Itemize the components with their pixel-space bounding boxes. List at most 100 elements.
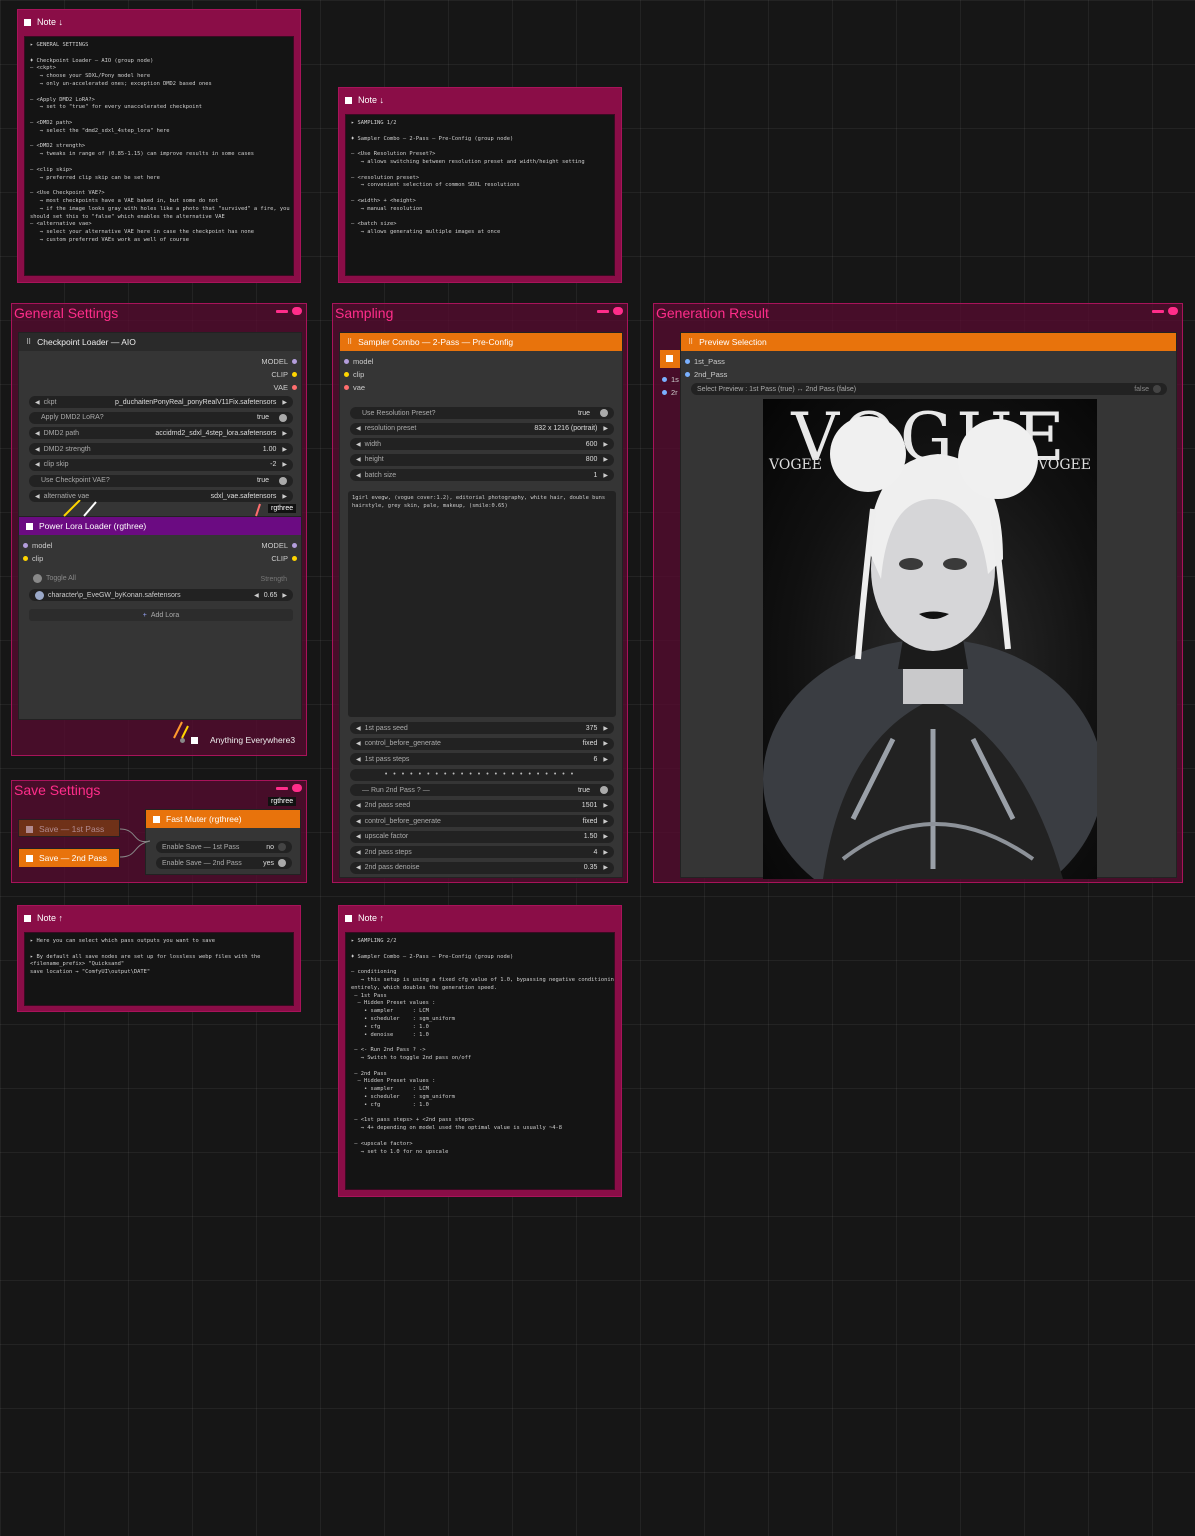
- widget-resolution-preset[interactable]: ◀ resolution preset 832 x 1216 (portrait) ▶: [350, 422, 614, 435]
- toggle-switch[interactable]: [278, 843, 286, 851]
- collapsed-node[interactable]: [660, 350, 680, 368]
- input-dot[interactable]: [685, 359, 690, 364]
- increment-icon[interactable]: ▶: [603, 725, 608, 732]
- output-vae[interactable]: VAE: [274, 383, 297, 392]
- input-dot[interactable]: [344, 385, 349, 390]
- widget-use-resolution-preset[interactable]: Use Resolution Preset? true: [350, 407, 614, 419]
- enable-save-1st-pass[interactable]: Enable Save — 1st Pass no: [156, 841, 292, 853]
- eye-icon[interactable]: [1168, 307, 1178, 315]
- increment-icon[interactable]: ▶: [282, 399, 287, 406]
- note-text[interactable]: ▸ GENERAL SETTINGS ♦ Checkpoint Loader —…: [24, 36, 294, 276]
- decrement-icon[interactable]: ◀: [356, 833, 361, 840]
- save-1st-pass-node[interactable]: Save — 1st Pass: [18, 819, 120, 837]
- input-dot[interactable]: [662, 390, 667, 395]
- widget-upscale-factor[interactable]: ◀ upscale factor 1.50 ▶: [350, 830, 614, 843]
- widget-dmd2-path[interactable]: ◀ DMD2 path accidmd2_sdxl_4step_lora.safet…: [29, 427, 293, 440]
- increment-icon[interactable]: ▶: [603, 833, 608, 840]
- widget-run-2nd-pass[interactable]: — Run 2nd Pass ? — true: [350, 784, 614, 796]
- decrement-icon[interactable]: ◀: [356, 756, 361, 763]
- widget-width[interactable]: ◀ width 600 ▶: [350, 438, 614, 451]
- output-dot[interactable]: [292, 385, 297, 390]
- decrement-icon[interactable]: ◀: [356, 864, 361, 871]
- side-input-1[interactable]: 1s: [662, 375, 679, 384]
- decrement-icon[interactable]: ◀: [356, 818, 361, 825]
- decrement-icon[interactable]: ◀: [35, 493, 40, 500]
- widget-1st-pass-steps[interactable]: ◀ 1st pass steps 6 ▶: [350, 753, 614, 765]
- output-clip[interactable]: CLIP: [271, 370, 297, 379]
- increment-icon[interactable]: ▶: [282, 430, 287, 437]
- pin-icon[interactable]: [597, 309, 609, 313]
- input-dot[interactable]: [23, 556, 28, 561]
- note-sampling-1[interactable]: Note ↓ ▸ SAMPLING 1/2 ♦ Sampler Combo — …: [338, 87, 622, 283]
- decrement-icon[interactable]: ◀: [35, 446, 40, 453]
- widget-2nd-pass-denoise[interactable]: ◀ 2nd pass denoise 0.35 ▶: [350, 861, 614, 874]
- widget-batch-size[interactable]: ◀ batch size 1 ▶: [350, 469, 614, 482]
- group-generation-result[interactable]: Generation Result 1s 2r ⠿ Preview Selecti…: [653, 303, 1183, 883]
- decrement-icon[interactable]: ◀: [356, 740, 361, 747]
- widget-2nd-pass-seed[interactable]: ◀ 2nd pass seed 1501 ▶: [350, 799, 614, 812]
- group-sampling[interactable]: Sampling ⠿ Sampler Combo — 2-Pass — Pre-C…: [332, 303, 628, 883]
- note-save[interactable]: Note ↑ ▸ Here you can select which pass …: [17, 905, 301, 1012]
- increment-icon[interactable]: ▶: [603, 441, 608, 448]
- save-2nd-pass-node[interactable]: Save — 2nd Pass: [18, 848, 120, 867]
- widget-ckpt[interactable]: ◀ ckpt p_duchaitenPonyReal_ponyRealV11Fix.…: [29, 396, 293, 408]
- increment-icon[interactable]: ▶: [603, 456, 608, 463]
- increment-icon[interactable]: ▶: [603, 818, 608, 825]
- side-input-2[interactable]: 2r: [662, 388, 678, 397]
- widget-1st-pass-seed[interactable]: ◀ 1st pass seed 375 ▶: [350, 722, 614, 734]
- increment-icon[interactable]: ▶: [603, 756, 608, 763]
- decrement-icon[interactable]: ◀: [35, 430, 40, 437]
- widget-control-before-generate[interactable]: ◀ control_before_generate fixed ▶: [350, 815, 614, 827]
- decrement-icon[interactable]: ◀: [35, 399, 40, 406]
- input-dot[interactable]: [662, 377, 667, 382]
- increment-icon[interactable]: ▶: [603, 864, 608, 871]
- input-clip[interactable]: clip: [344, 370, 364, 379]
- increment-icon[interactable]: ▶: [282, 446, 287, 453]
- increment-icon[interactable]: ▶: [282, 461, 287, 468]
- input-1st-pass[interactable]: 1st_Pass: [685, 357, 725, 366]
- note-text[interactable]: ▸ SAMPLING 1/2 ♦ Sampler Combo — 2-Pass …: [345, 114, 615, 276]
- enable-save-2nd-pass[interactable]: Enable Save — 2nd Pass yes: [156, 857, 292, 869]
- widget-height[interactable]: ◀ height 800 ▶: [350, 453, 614, 466]
- increment-icon[interactable]: ▶: [603, 802, 608, 809]
- note-sampling-2[interactable]: Note ↑ ▸ SAMPLING 2/2 ♦ Sampler Combo — …: [338, 905, 622, 1197]
- toggle-switch[interactable]: [600, 786, 608, 794]
- eye-icon[interactable]: [292, 784, 302, 792]
- note-text[interactable]: ▸ SAMPLING 2/2 ♦ Sampler Combo — 2-Pass …: [345, 932, 615, 1190]
- sampler-combo-node[interactable]: ⠿ Sampler Combo — 2-Pass — Pre-Config mod…: [339, 332, 623, 878]
- output-dot[interactable]: [292, 372, 297, 377]
- toggle-switch[interactable]: [1153, 385, 1161, 393]
- widget-dmd2-strength[interactable]: ◀ DMD2 strength 1.00 ▶: [29, 443, 293, 456]
- fast-muter-node[interactable]: Fast Muter (rgthree) Enable Save — 1st P…: [145, 809, 301, 875]
- decrement-icon[interactable]: ◀: [356, 725, 361, 732]
- prompt-textarea[interactable]: 1girl evegw, (vogue cover:1.2), editoria…: [348, 491, 616, 717]
- checkpoint-loader-node[interactable]: ⠿ Checkpoint Loader — AIO MODEL CLIP VAE …: [18, 332, 302, 520]
- increment-icon[interactable]: ▶: [282, 493, 287, 500]
- widget-2nd-pass-steps[interactable]: ◀ 2nd pass steps 4 ▶: [350, 846, 614, 858]
- widget-use-checkpoint-vae[interactable]: Use Checkpoint VAE? true: [29, 474, 293, 487]
- decrement-icon[interactable]: ◀: [356, 441, 361, 448]
- output-dot[interactable]: [292, 359, 297, 364]
- decrement-icon[interactable]: ◀: [356, 456, 361, 463]
- note-text[interactable]: ▸ Here you can select which pass outputs…: [24, 932, 294, 1006]
- input-dot[interactable]: [344, 359, 349, 364]
- eye-icon[interactable]: [613, 307, 623, 315]
- input-dot[interactable]: [685, 372, 690, 377]
- pin-icon[interactable]: [1152, 309, 1164, 313]
- input-dot[interactable]: [23, 543, 28, 548]
- increment-icon[interactable]: ▶: [603, 740, 608, 747]
- decrement-icon[interactable]: ◀: [356, 802, 361, 809]
- decrement-icon[interactable]: ◀: [356, 425, 361, 432]
- input-vae[interactable]: vae: [344, 383, 365, 392]
- increment-icon[interactable]: ▶: [603, 425, 608, 432]
- decrement-icon[interactable]: ◀: [356, 472, 361, 479]
- preview-selection-node[interactable]: ⠿ Preview Selection 1st_Pass 2nd_Pass Sel…: [680, 332, 1177, 879]
- widget-control-before-generate[interactable]: ◀ control_before_generate fixed ▶: [350, 737, 614, 750]
- toggle-switch[interactable]: [600, 409, 608, 417]
- widget-apply-dmd2-lora[interactable]: Apply DMD2 LoRA? true: [29, 411, 293, 424]
- select-preview-toggle[interactable]: Select Preview : 1st Pass (true) ↔ 2nd P…: [691, 383, 1167, 395]
- decrement-icon[interactable]: ◀: [35, 461, 40, 468]
- toggle-switch[interactable]: [278, 859, 286, 867]
- toggle-switch[interactable]: [279, 413, 287, 422]
- input-dot[interactable]: [344, 372, 349, 377]
